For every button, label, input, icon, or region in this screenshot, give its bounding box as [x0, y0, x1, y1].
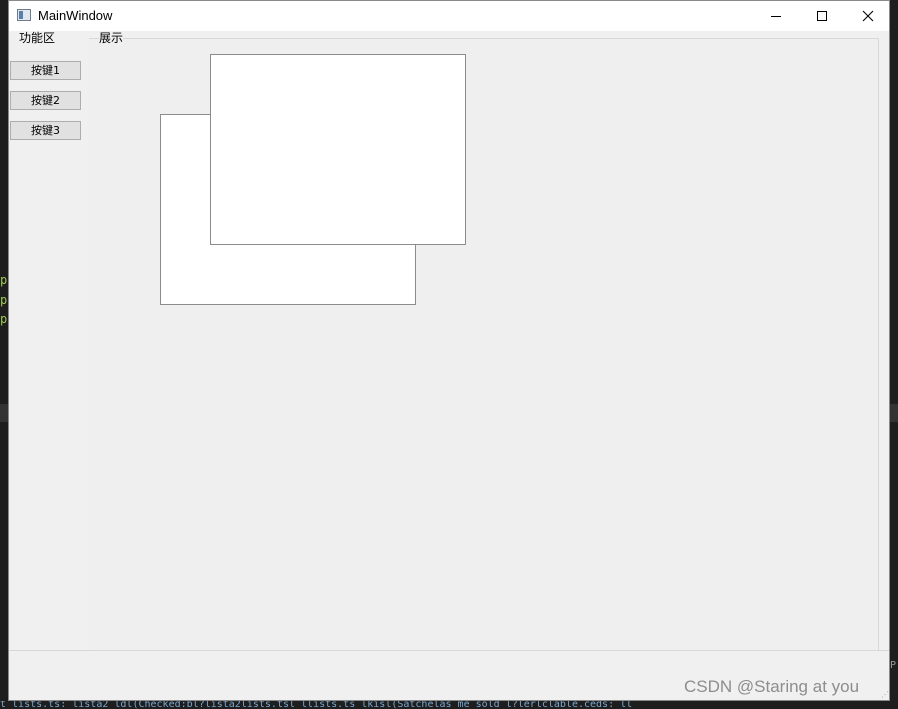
button-2[interactable]: 按键2	[10, 91, 81, 110]
maximize-button[interactable]	[799, 1, 845, 31]
display-groupbox	[89, 38, 879, 651]
editor-glyph: p	[0, 312, 8, 326]
function-area-title: 功能区	[19, 31, 56, 45]
editor-glyph: P	[890, 660, 897, 671]
editor-glyph: p	[0, 293, 8, 307]
minimize-icon	[771, 16, 781, 17]
central-widget: 按键1 按键2 按键3 功能区 展示	[9, 31, 889, 700]
desktop: p p p t_lists.ts: lista2 ldl(Checked:bl?…	[0, 0, 898, 709]
window-title: MainWindow	[38, 8, 113, 23]
app-icon	[17, 9, 31, 21]
size-grip-icon[interactable]: ⋰	[881, 691, 889, 699]
main-window: MainWindow 按键1 按键2 按键3 功能区 展示 ⋰	[8, 0, 890, 701]
title-bar[interactable]: MainWindow	[9, 1, 889, 31]
display-panel-front[interactable]	[210, 54, 466, 245]
editor-background	[0, 0, 8, 709]
close-icon	[862, 10, 874, 22]
editor-code-line: t_lists.ts: lista2 ldl(Checked:bl?lista2…	[0, 701, 898, 709]
display-title: 展示	[99, 31, 124, 45]
button-1[interactable]: 按键1	[10, 61, 81, 80]
function-area-groupbox: 按键1 按键2 按键3	[9, 38, 90, 651]
editor-glyph: p	[0, 273, 8, 287]
minimize-button[interactable]	[753, 1, 799, 31]
watermark: CSDN @Staring at you	[684, 677, 860, 696]
close-button[interactable]	[845, 1, 891, 31]
maximize-icon	[817, 11, 827, 21]
button-3[interactable]: 按键3	[10, 121, 81, 140]
